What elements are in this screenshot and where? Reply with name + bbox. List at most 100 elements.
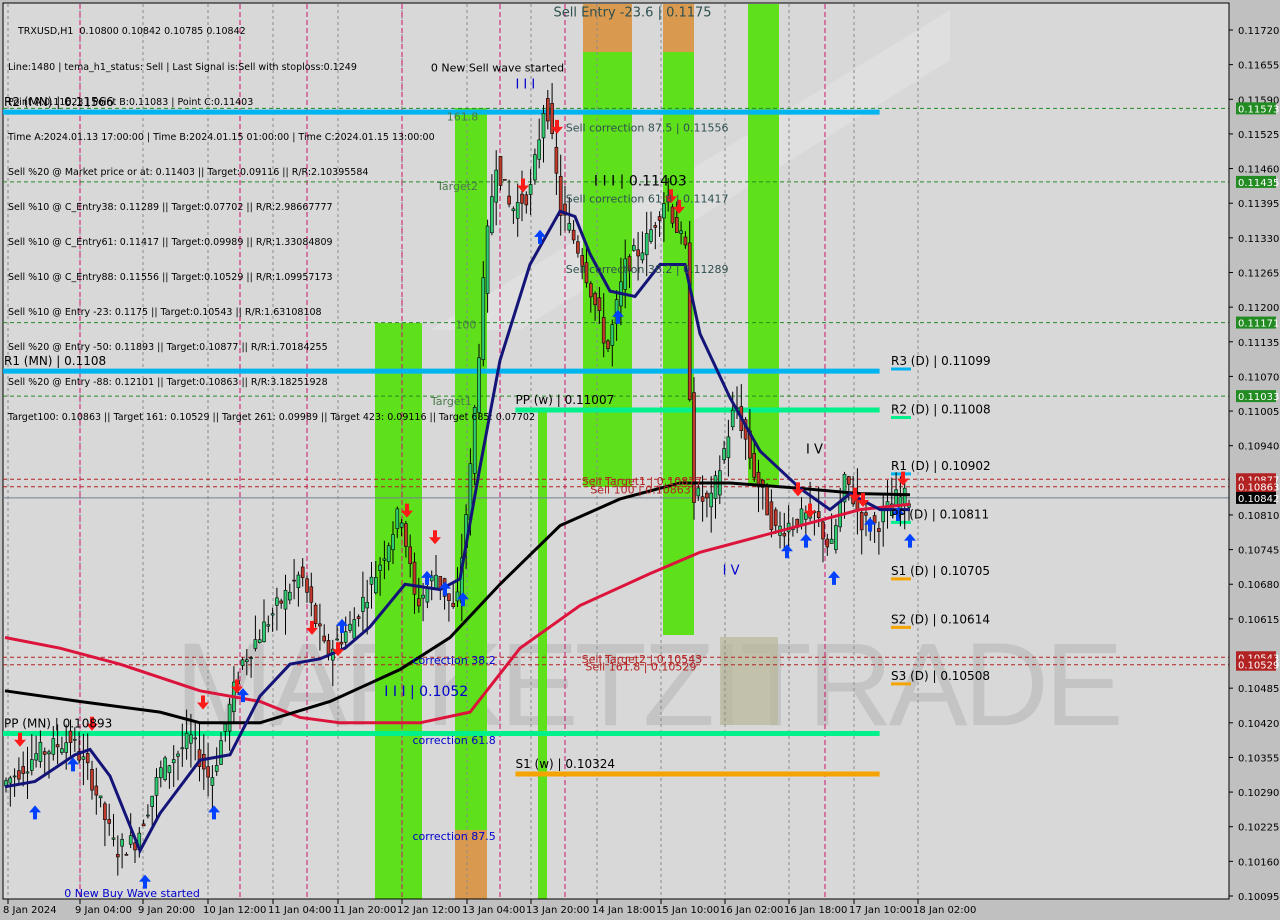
info-line: Sell %10 @ C_Entry88: 0.11556 || Target:…	[8, 272, 333, 284]
candle-body	[662, 203, 666, 219]
candle-body	[421, 594, 425, 599]
candle-body	[167, 765, 172, 774]
candle-body	[679, 230, 683, 234]
candle-body	[189, 734, 193, 744]
candle-body	[369, 576, 374, 585]
candle-body	[451, 602, 456, 607]
y-tick-label: 0.11135	[1238, 338, 1279, 349]
info-line: Time A:2024.01.13 17:00:00 | Time B:2024…	[8, 131, 435, 143]
candle-body	[120, 839, 124, 847]
candle-body	[649, 229, 653, 242]
candle-body	[554, 146, 559, 174]
y-tick-label: 0.10810	[1238, 511, 1279, 522]
zone-band	[720, 637, 778, 725]
x-tick-label: 9 Jan 04:00	[75, 905, 132, 916]
candle-body	[60, 748, 64, 753]
candle-body	[588, 283, 593, 298]
candle-body	[107, 819, 111, 824]
candle-body	[193, 737, 197, 740]
candle-body	[373, 577, 378, 594]
candle-body	[176, 753, 180, 757]
candle-body	[382, 558, 387, 561]
candle-body	[593, 293, 597, 306]
candle-body	[864, 512, 868, 516]
y-tick-label: 0.10420	[1238, 719, 1279, 730]
candle-body	[305, 578, 309, 593]
pivot-label: R1 (D) | 0.10902	[891, 459, 991, 473]
candle-body	[726, 436, 731, 458]
candle-body	[846, 476, 851, 485]
candle-body	[34, 753, 38, 761]
candle-body	[859, 512, 864, 531]
candle-body	[834, 525, 838, 550]
candle-body	[821, 521, 825, 540]
x-tick-label: 12 Jan 12:00	[397, 905, 460, 916]
candle-body	[674, 217, 679, 233]
x-tick-label: 13 Jan 20:00	[526, 905, 589, 916]
candle-body	[21, 766, 26, 774]
chart-annotation: I I I | 0.1052	[384, 684, 468, 700]
x-tick-label: 14 Jan 18:00	[592, 905, 655, 916]
candle-body	[249, 657, 253, 659]
x-tick-label: 13 Jan 04:00	[462, 905, 525, 916]
candle-body	[184, 732, 189, 749]
y-tick-label: 0.11395	[1238, 199, 1279, 210]
chart-annotation: 0 New Buy Wave started	[64, 887, 200, 900]
pivot-label: R2 (D) | 0.11008	[891, 402, 991, 416]
candle-body	[700, 496, 705, 502]
x-tick-label: 18 Jan 02:00	[913, 905, 976, 916]
candle-body	[64, 742, 68, 753]
price-tag-label: 0.11171	[1238, 319, 1279, 330]
candle-body	[150, 795, 154, 808]
chart-annotation: I I I | 0.11403	[594, 174, 687, 190]
candle-body	[636, 249, 640, 257]
candle-body	[326, 640, 331, 655]
candle-body	[292, 579, 296, 582]
y-tick-label: 0.11330	[1238, 234, 1279, 245]
pivot-label: S3 (D) | 0.10508	[891, 669, 990, 683]
x-tick-label: 15 Jan 10:00	[656, 905, 719, 916]
candle-body	[597, 297, 602, 311]
candle-body	[17, 770, 21, 780]
candle-body	[68, 730, 73, 743]
candle-body	[124, 854, 129, 856]
candle-body	[171, 759, 176, 764]
candle-body	[279, 600, 284, 604]
candle-body	[8, 777, 13, 784]
info-line: Sell %20 @ Entry -88: 0.12101 || Target:…	[8, 377, 328, 389]
y-axis: 0.117200.116550.115900.115250.114600.113…	[1228, 3, 1279, 903]
info-line: Sell %20 @ Market price or at: 0.11403 |…	[8, 166, 369, 178]
candle-body	[111, 837, 116, 840]
y-tick-label: 0.10355	[1238, 753, 1279, 764]
y-tick-label: 0.10290	[1238, 788, 1279, 799]
candle-body	[877, 528, 881, 532]
candle-body	[399, 522, 404, 528]
candle-body	[631, 245, 636, 251]
price-tag-label: 0.11435	[1238, 178, 1279, 189]
candle-body	[348, 623, 352, 631]
candle-body	[103, 803, 107, 821]
price-tag-label: 0.10842	[1238, 494, 1279, 505]
candle-body	[38, 741, 43, 762]
info-line: Sell %20 @ Entry -50: 0.11893 || Target:…	[8, 342, 328, 354]
candle-body	[29, 759, 34, 771]
candle-body	[202, 753, 206, 770]
x-tick-label: 9 Jan 20:00	[138, 905, 195, 916]
candle-body	[227, 703, 232, 732]
candle-body	[408, 546, 413, 564]
y-tick-label: 0.10485	[1238, 684, 1279, 695]
pivot-label: S1 (w) | 0.10324	[515, 757, 615, 771]
chart-annotation: I V	[723, 564, 740, 579]
y-tick-label: 0.11005	[1238, 407, 1279, 418]
candle-body	[81, 756, 86, 760]
x-tick-label: 11 Jan 04:00	[268, 905, 331, 916]
candle-body	[356, 616, 361, 619]
candle-body	[705, 492, 709, 499]
candle-body	[318, 623, 322, 627]
candle-body	[713, 475, 718, 499]
candle-body	[571, 229, 576, 241]
candle-body	[537, 139, 542, 160]
y-tick-label: 0.10160	[1238, 857, 1279, 868]
candle-body	[266, 624, 271, 627]
candle-body	[386, 545, 391, 562]
